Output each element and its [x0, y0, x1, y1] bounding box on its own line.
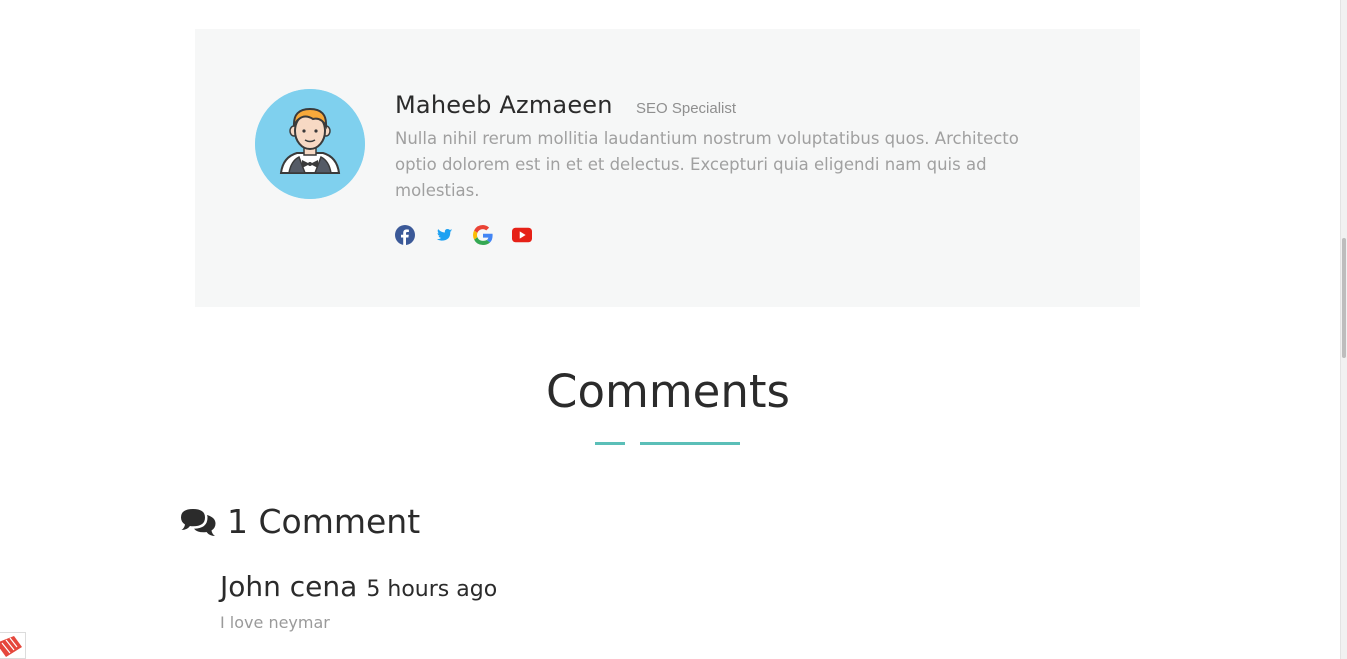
- title-underline-short: [595, 442, 625, 445]
- page-scrollbar[interactable]: [1340, 0, 1347, 659]
- facebook-icon: [395, 225, 415, 245]
- comments-title: Comments: [546, 365, 790, 418]
- comment-body: I love neymar: [220, 613, 330, 632]
- social-links: [395, 225, 532, 245]
- google-link[interactable]: [473, 225, 493, 245]
- page: Maheeb Azmaeen SEO Specialist Nulla nihi…: [0, 0, 1347, 659]
- twitter-link[interactable]: [434, 225, 454, 245]
- comment-item: John cena 5 hours ago I love neymar: [220, 570, 497, 632]
- facebook-link[interactable]: [395, 225, 415, 245]
- youtube-link[interactable]: [512, 225, 532, 245]
- comment-count: 1 Comment: [180, 502, 420, 541]
- corner-badge-icon[interactable]: [0, 632, 26, 659]
- author-name: Maheeb Azmaeen: [395, 91, 613, 119]
- comments-icon: [181, 508, 216, 536]
- comment-time: 5 hours ago: [366, 577, 498, 602]
- comment-header: John cena 5 hours ago: [220, 570, 497, 603]
- author-avatar: [255, 89, 365, 199]
- person-avatar-icon: [255, 89, 365, 199]
- youtube-icon: [512, 227, 532, 243]
- comment-author[interactable]: John cena: [220, 570, 357, 603]
- author-box: Maheeb Azmaeen SEO Specialist Nulla nihi…: [195, 29, 1140, 307]
- author-bio: Nulla nihil rerum mollitia laudantium no…: [395, 129, 1019, 200]
- scrollbar-thumb[interactable]: [1342, 238, 1346, 358]
- google-icon: [473, 225, 493, 245]
- title-underline-long: [640, 442, 740, 445]
- comment-count-label: 1 Comment: [227, 502, 421, 541]
- author-role: SEO Specialist: [636, 100, 737, 117]
- twitter-icon: [436, 229, 453, 241]
